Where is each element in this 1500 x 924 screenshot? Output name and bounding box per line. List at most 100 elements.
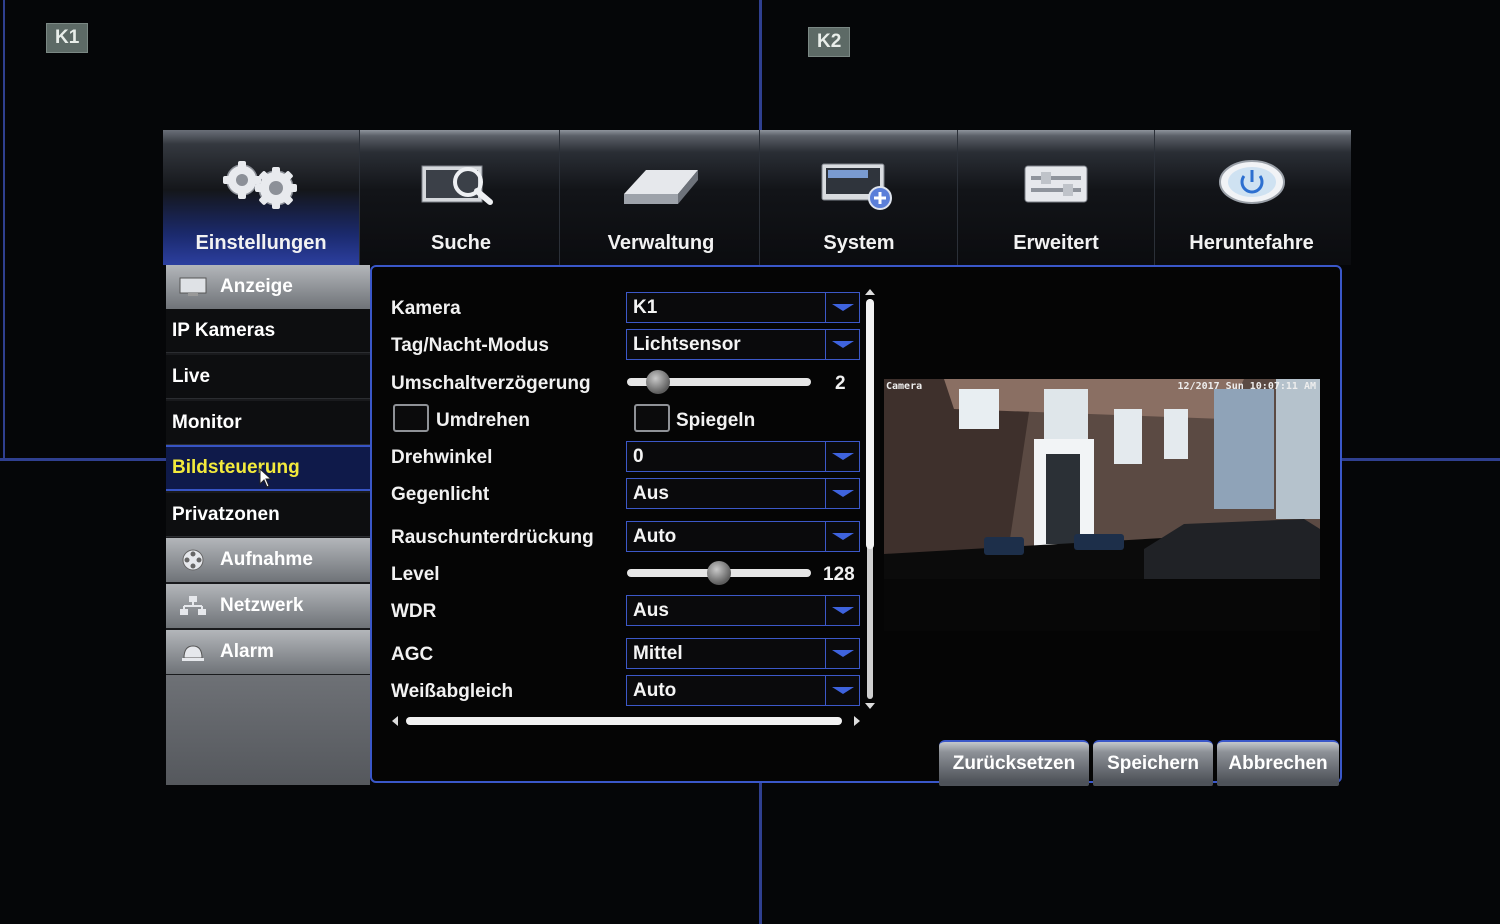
network-icon xyxy=(180,596,206,615)
top-menu-bar: Einstellungen Suche Verwaltung System Er… xyxy=(163,130,1351,265)
wdr-label: WDR xyxy=(391,601,437,622)
vertical-scrollbar[interactable] xyxy=(865,289,875,709)
cancel-button[interactable]: Abbrechen xyxy=(1217,740,1339,786)
dropdown-value: K1 xyxy=(633,297,658,318)
camera-preview-image xyxy=(884,379,1320,631)
hard-drive-icon xyxy=(624,170,698,204)
reset-button[interactable]: Zurücksetzen xyxy=(939,740,1089,786)
tab-label: Heruntefahre xyxy=(1189,232,1314,254)
weiss-dropdown[interactable]: Auto xyxy=(626,675,860,706)
horizontal-scrollbar[interactable] xyxy=(392,714,860,728)
film-reel-icon xyxy=(182,549,204,571)
sidebar: Anzeige IP Kameras Live Monitor Bildsteu… xyxy=(166,265,370,785)
sidebar-item-ip-kameras[interactable]: IP Kameras xyxy=(166,309,370,353)
umschalt-slider[interactable] xyxy=(627,370,811,394)
sidebar-item-label: IP Kameras xyxy=(172,319,276,341)
camera-label-k1: K1 xyxy=(46,23,89,53)
level-label: Level xyxy=(391,564,440,585)
dropdown-value: Aus xyxy=(633,600,669,621)
rausch-dropdown[interactable]: Auto xyxy=(626,521,860,552)
gears-icon xyxy=(223,161,297,209)
tag-nacht-dropdown[interactable]: Lichtsensor xyxy=(626,329,860,360)
camera-label-k2: K2 xyxy=(808,27,851,57)
gegenlicht-dropdown[interactable]: Aus xyxy=(626,478,860,509)
sidebar-item-label: Bildsteuerung xyxy=(172,457,300,478)
sidebar-item-aufnahme[interactable]: Aufnahme xyxy=(166,538,370,582)
power-icon xyxy=(1218,160,1285,204)
sidebar-item-label: Live xyxy=(172,365,211,387)
monitor-icon xyxy=(179,277,207,296)
camera-preview: Camera 12/2017 Sun 10:07:11 AM xyxy=(884,379,1320,631)
spiegeln-checkbox[interactable] xyxy=(634,404,670,432)
kamera-label: Kamera xyxy=(391,298,461,319)
tab-label: Suche xyxy=(430,232,492,254)
rausch-label: Rauschunterdrückung xyxy=(391,527,594,548)
chevron-down-icon[interactable] xyxy=(825,676,859,705)
umschalt-label: Umschaltverzögerung xyxy=(391,373,591,394)
sidebar-item-label: Privatzonen xyxy=(172,503,280,525)
mouse-cursor-icon xyxy=(259,468,273,488)
chevron-down-icon[interactable] xyxy=(825,479,859,508)
umdrehen-label: Umdrehen xyxy=(436,410,530,431)
preview-osd-datetime: 12/2017 Sun 10:07:11 AM xyxy=(1177,381,1316,392)
sidebar-item-netzwerk[interactable]: Netzwerk xyxy=(166,584,370,628)
umdrehen-checkbox[interactable] xyxy=(393,404,429,432)
tab-label: Erweitert xyxy=(1013,232,1099,254)
sidebar-item-label: Alarm xyxy=(220,641,274,662)
tab-label: Einstellungen xyxy=(195,232,327,254)
dropdown-value: Auto xyxy=(633,526,677,547)
sidebar-item-label: Netzwerk xyxy=(220,595,304,616)
wdr-dropdown[interactable]: Aus xyxy=(626,595,860,626)
chevron-down-icon[interactable] xyxy=(825,293,859,322)
sidebar-item-anzeige[interactable]: Anzeige xyxy=(166,265,370,309)
sidebar-item-privatzonen[interactable]: Privatzonen xyxy=(166,493,370,537)
umschalt-value: 2 xyxy=(835,373,846,394)
sidebar-empty-area xyxy=(166,675,370,785)
dropdown-value: Mittel xyxy=(633,643,683,664)
tab-label: Verwaltung xyxy=(607,232,715,254)
drehwinkel-dropdown[interactable]: 0 xyxy=(626,441,860,472)
sidebar-item-alarm[interactable]: Alarm xyxy=(166,630,370,674)
tab-system[interactable]: System xyxy=(761,130,958,265)
image-control-panel: Kamera K1 Tag/Nacht-Modus Lichtsensor Um… xyxy=(370,265,1342,783)
agc-dropdown[interactable]: Mittel xyxy=(626,638,860,669)
alarm-bell-icon xyxy=(182,645,204,661)
dropdown-value: Auto xyxy=(633,680,677,701)
chevron-down-icon[interactable] xyxy=(825,596,859,625)
chevron-down-icon[interactable] xyxy=(825,330,859,359)
search-icon xyxy=(421,165,493,205)
sidebar-item-label: Aufnahme xyxy=(220,549,313,570)
slider-knob[interactable] xyxy=(646,370,671,394)
tab-verwaltung[interactable]: Verwaltung xyxy=(563,130,760,265)
settings-dialog: Einstellungen Suche Verwaltung System Er… xyxy=(163,130,1351,788)
tab-einstellungen[interactable]: Einstellungen xyxy=(163,130,360,265)
agc-label: AGC xyxy=(391,644,434,665)
weiss-label: Weißabgleich xyxy=(391,681,514,702)
chevron-down-icon[interactable] xyxy=(825,442,859,471)
system-monitor-icon xyxy=(821,163,892,210)
chevron-down-icon[interactable] xyxy=(825,522,859,551)
tab-heruntefahre[interactable]: Heruntefahre xyxy=(1153,130,1350,265)
dropdown-value: Lichtsensor xyxy=(633,334,741,355)
grid-line-left-edge xyxy=(3,0,5,460)
sidebar-item-live[interactable]: Live xyxy=(166,355,370,399)
drehwinkel-label: Drehwinkel xyxy=(391,447,493,468)
spiegeln-label: Spiegeln xyxy=(676,410,756,431)
dropdown-value: 0 xyxy=(633,446,644,467)
sidebar-item-monitor[interactable]: Monitor xyxy=(166,401,370,445)
level-slider[interactable] xyxy=(627,561,811,585)
chevron-down-icon[interactable] xyxy=(825,639,859,668)
tab-label: System xyxy=(823,232,895,254)
tab-suche[interactable]: Suche xyxy=(363,130,560,265)
sidebar-item-label: Monitor xyxy=(172,411,242,433)
preview-osd-camera: Camera xyxy=(886,381,923,392)
save-button[interactable]: Speichern xyxy=(1093,740,1213,786)
kamera-dropdown[interactable]: K1 xyxy=(626,292,860,323)
tag-nacht-label: Tag/Nacht-Modus xyxy=(391,335,549,356)
dropdown-value: Aus xyxy=(633,483,669,504)
advanced-panel-icon xyxy=(1024,165,1088,203)
tab-erweitert[interactable]: Erweitert xyxy=(958,130,1155,265)
slider-knob[interactable] xyxy=(707,561,731,585)
level-value: 128 xyxy=(823,564,855,585)
sidebar-item-label: Anzeige xyxy=(220,276,293,297)
